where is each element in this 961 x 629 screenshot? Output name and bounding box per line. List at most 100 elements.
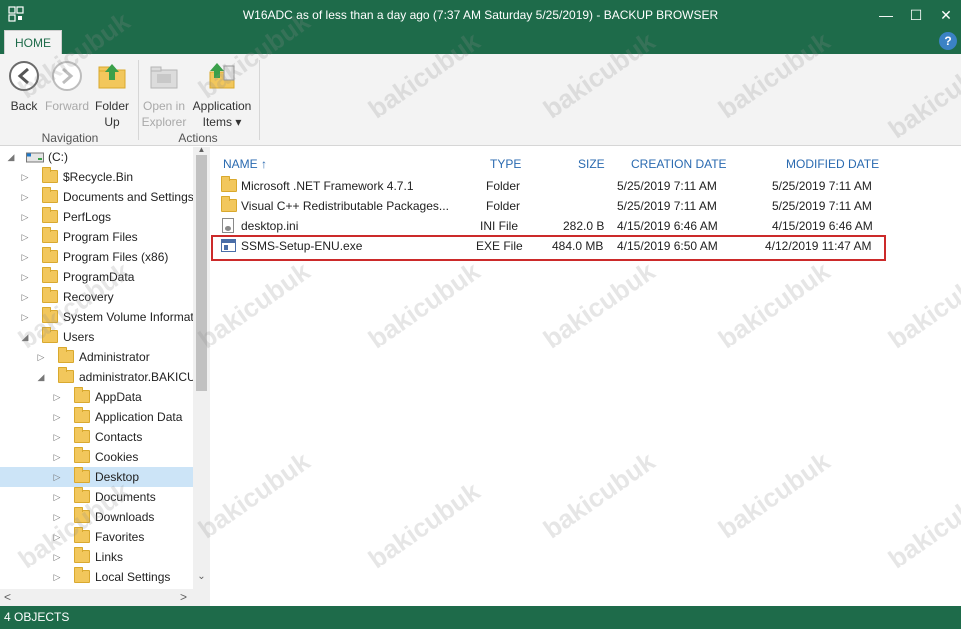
- tree-item-selected[interactable]: ▷ Desktop: [0, 467, 193, 487]
- file-row[interactable]: Microsoft .NET Framework 4.7.1 Folder 5/…: [211, 176, 891, 196]
- tree-vertical-scrollbar[interactable]: ▲ ⌄: [193, 145, 210, 589]
- close-button[interactable]: ✕: [936, 5, 956, 25]
- column-header-modified-date[interactable]: MODIFIED DATE: [786, 157, 879, 171]
- collapsed-arrow-icon[interactable]: ▷: [36, 347, 46, 367]
- collapsed-arrow-icon[interactable]: ▷: [20, 287, 30, 307]
- collapsed-arrow-icon[interactable]: ▷: [52, 467, 62, 487]
- tree-horizontal-scrollbar[interactable]: < >: [0, 589, 210, 606]
- collapsed-arrow-icon[interactable]: ▷: [20, 207, 30, 227]
- collapsed-arrow-icon[interactable]: ▷: [52, 527, 62, 547]
- tree-item-root[interactable]: ◢ (C:): [0, 147, 193, 167]
- folder-icon: [42, 187, 58, 203]
- tree-item[interactable]: ▷ Links: [0, 547, 193, 567]
- collapsed-arrow-icon[interactable]: ▷: [52, 407, 62, 427]
- folder-icon: [42, 267, 58, 283]
- tree-item[interactable]: ▷ Contacts: [0, 427, 193, 447]
- tree-item[interactable]: ◢ administrator.BAKICU: [0, 367, 196, 387]
- back-button[interactable]: Back: [6, 60, 42, 114]
- collapsed-arrow-icon[interactable]: ▷: [20, 227, 30, 247]
- folder-icon: [74, 447, 90, 463]
- tree-item[interactable]: ▷ Documents and Settings: [0, 187, 194, 207]
- folder-icon: [221, 196, 237, 212]
- application-items-button[interactable]: Application Items ▾: [190, 60, 254, 130]
- file-type: Folder: [486, 179, 521, 193]
- tree-label: (C:): [48, 150, 68, 164]
- help-icon[interactable]: ?: [939, 32, 957, 50]
- folder-icon: [58, 347, 74, 363]
- column-header-size[interactable]: SIZE: [578, 157, 605, 171]
- tree-item[interactable]: ▷ Program Files (x86): [0, 247, 193, 267]
- scroll-right-icon[interactable]: >: [180, 590, 187, 604]
- scrollbar-thumb[interactable]: [196, 155, 207, 391]
- column-header-name[interactable]: NAME ↑: [223, 157, 267, 171]
- open-in-explorer-button[interactable]: Open in Explorer: [140, 60, 188, 130]
- tree-label: Administrator: [79, 350, 150, 364]
- file-name: Visual C++ Redistributable Packages...: [241, 199, 449, 213]
- tree-item[interactable]: ▷ Cookies: [0, 447, 193, 467]
- tree-item[interactable]: ▷ ProgramData: [0, 267, 193, 287]
- expanded-arrow-icon[interactable]: ◢: [6, 147, 16, 167]
- scroll-left-icon[interactable]: <: [4, 590, 11, 604]
- tree-item[interactable]: ▷ Local Settings: [0, 567, 193, 587]
- folder-icon: [74, 567, 90, 583]
- scroll-up-icon[interactable]: ▲: [193, 145, 210, 155]
- application-items-icon: [209, 63, 235, 89]
- column-name-label: NAME: [223, 157, 258, 171]
- collapsed-arrow-icon[interactable]: ▷: [52, 447, 62, 467]
- file-row[interactable]: desktop.ini INI File 282.0 B 4/15/2019 6…: [211, 216, 891, 236]
- collapsed-arrow-icon[interactable]: ▷: [20, 167, 30, 187]
- folder-icon: [74, 507, 90, 523]
- drive-icon: [26, 152, 44, 163]
- tree-item[interactable]: ▷ Documents: [0, 487, 193, 507]
- collapsed-arrow-icon[interactable]: ▷: [20, 267, 30, 287]
- file-row[interactable]: Visual C++ Redistributable Packages... F…: [211, 196, 891, 216]
- tree-item[interactable]: ◢ Users: [0, 327, 193, 347]
- file-modified: 5/25/2019 7:11 AM: [772, 179, 872, 193]
- collapsed-arrow-icon[interactable]: ▷: [52, 427, 62, 447]
- back-label: Back: [10, 99, 38, 113]
- folder-icon: [74, 407, 90, 423]
- folder-up-button[interactable]: Folder Up: [92, 60, 132, 130]
- tree-item[interactable]: ▷ AppData: [0, 387, 193, 407]
- collapsed-arrow-icon[interactable]: ▷: [52, 387, 62, 407]
- tree-item[interactable]: ▷ Downloads: [0, 507, 193, 527]
- application-items-label-1: Application: [192, 99, 252, 113]
- tree-item[interactable]: ▷ Administrator: [0, 347, 193, 367]
- maximize-button[interactable]: ☐: [906, 5, 926, 25]
- tab-home[interactable]: HOME: [4, 30, 62, 54]
- column-header-type[interactable]: TYPE: [490, 157, 521, 171]
- collapsed-arrow-icon[interactable]: ▷: [20, 247, 30, 267]
- tree-item[interactable]: ▷ Recovery: [0, 287, 193, 307]
- navigation-group-label: Navigation: [41, 131, 99, 145]
- collapsed-arrow-icon[interactable]: ▷: [20, 187, 30, 207]
- tree-item[interactable]: ▷ $Recycle.Bin: [0, 167, 193, 187]
- tree-label: Contacts: [95, 430, 143, 444]
- collapsed-arrow-icon[interactable]: ▷: [52, 547, 62, 567]
- folder-icon: [74, 467, 90, 483]
- tree-item[interactable]: ▷ Program Files: [0, 227, 193, 247]
- collapsed-arrow-icon[interactable]: ▷: [20, 307, 30, 327]
- scroll-down-icon[interactable]: ⌄: [193, 571, 210, 585]
- tree-item[interactable]: ▷ PerfLogs: [0, 207, 193, 227]
- folder-up-icon: [98, 64, 126, 89]
- expanded-arrow-icon[interactable]: ◢: [36, 367, 46, 387]
- folder-icon: [74, 427, 90, 443]
- tree-label: Favorites: [95, 530, 145, 544]
- ribbon-tab-row: HOME ?: [0, 30, 961, 54]
- column-header-creation-date[interactable]: CREATION DATE: [631, 157, 727, 171]
- collapsed-arrow-icon[interactable]: ▷: [52, 487, 62, 507]
- minimize-button[interactable]: —: [876, 5, 896, 25]
- file-name: Microsoft .NET Framework 4.7.1: [241, 179, 414, 193]
- folder-icon: [74, 387, 90, 403]
- forward-button[interactable]: Forward: [44, 60, 90, 114]
- expanded-arrow-icon[interactable]: ◢: [20, 327, 30, 347]
- collapsed-arrow-icon[interactable]: ▷: [52, 567, 62, 587]
- file-list: NAME ↑ TYPE SIZE CREATION DATE MODIFIED …: [211, 147, 961, 606]
- tree-label: Program Files (x86): [63, 250, 169, 264]
- tree-item[interactable]: ▷ Application Data: [0, 407, 193, 427]
- tree-item[interactable]: ▷ System Volume Informati: [0, 307, 196, 327]
- tree-label: Desktop: [95, 470, 140, 484]
- folder-icon: [58, 367, 74, 383]
- collapsed-arrow-icon[interactable]: ▷: [52, 507, 62, 527]
- tree-item[interactable]: ▷ Favorites: [0, 527, 193, 547]
